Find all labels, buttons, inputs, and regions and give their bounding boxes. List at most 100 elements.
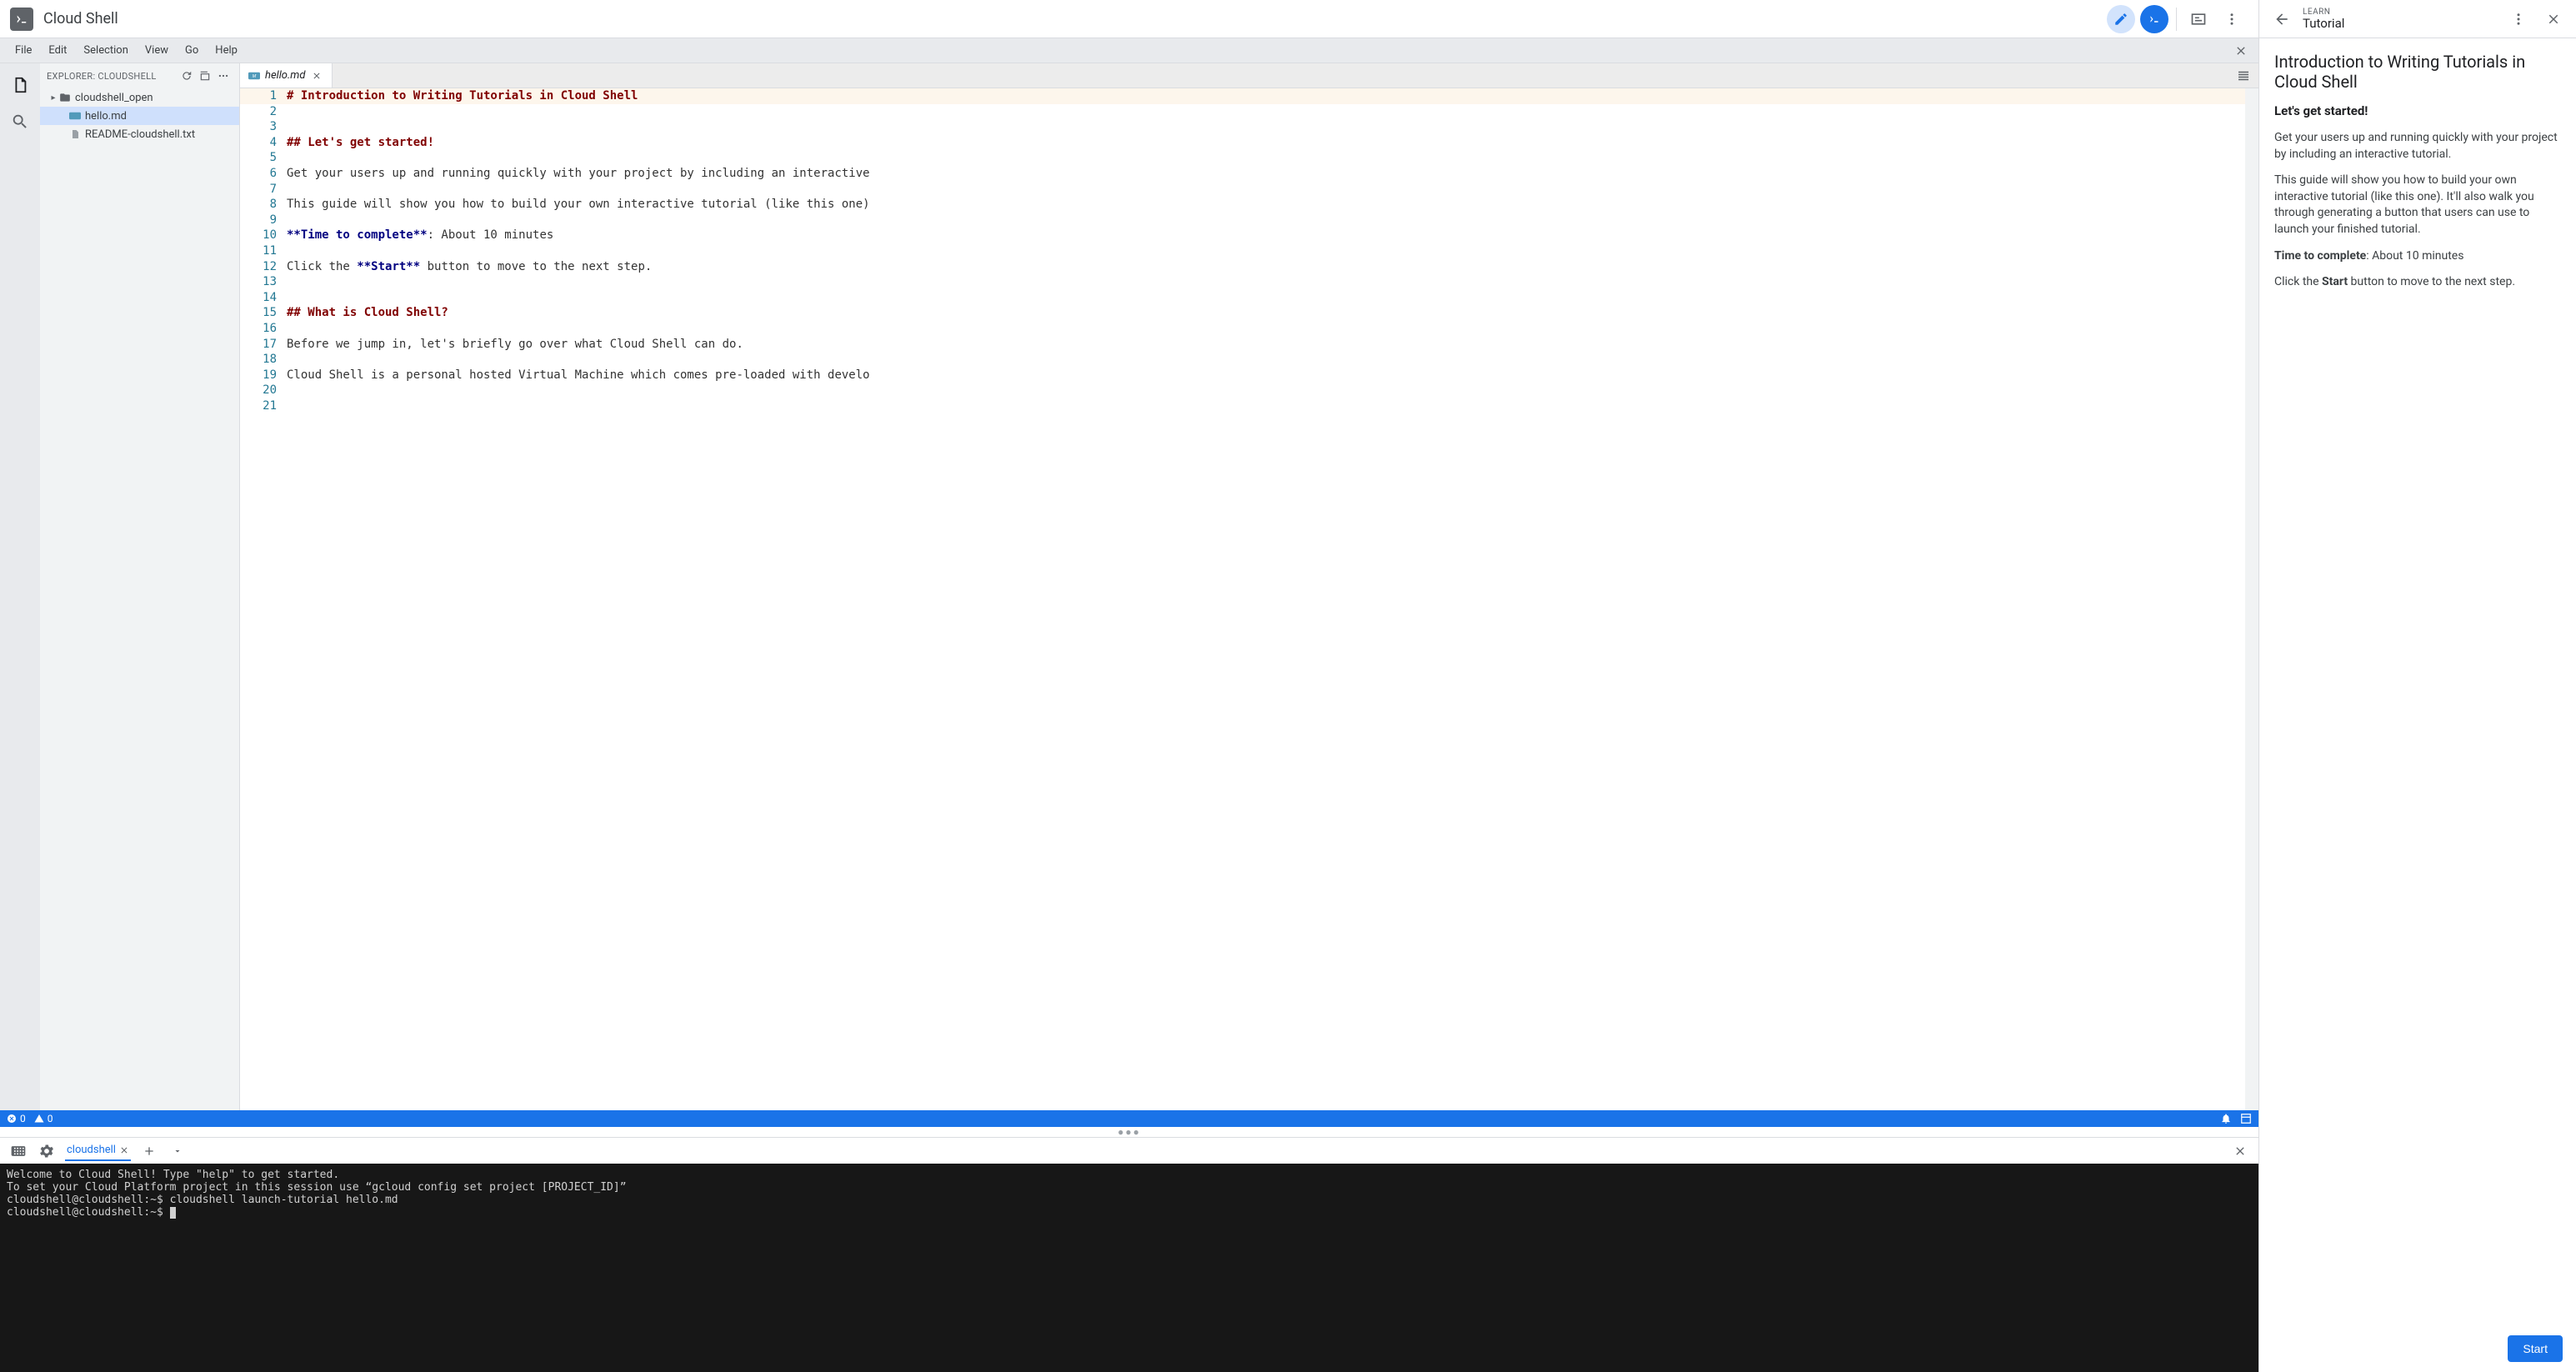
editor-tabbar: M hello.md <box>240 63 2258 88</box>
editor-body[interactable]: 1# Introduction to Writing Tutorials in … <box>240 88 2258 1110</box>
menu-bar: File Edit Selection View Go Help <box>0 38 2258 63</box>
explorer-activity-button[interactable] <box>7 72 33 98</box>
more-menu-button[interactable] <box>2218 5 2246 33</box>
tutorial-title: Introduction to Writing Tutorials in Clo… <box>2274 52 2561 92</box>
toolbar-divider <box>2176 8 2177 31</box>
code-line[interactable]: 13 <box>240 274 2258 290</box>
status-layout-icon[interactable] <box>2240 1113 2252 1124</box>
tutorial-time: Time to complete: About 10 minutes <box>2274 248 2561 265</box>
tree-item-label: hello.md <box>85 110 127 123</box>
code-line[interactable]: 10**Time to complete**: About 10 minutes <box>240 228 2258 243</box>
activity-bar <box>0 63 40 1110</box>
tutorial-name: Tutorial <box>2303 17 2344 31</box>
menu-go[interactable]: Go <box>177 41 207 60</box>
code-line[interactable]: 7 <box>240 182 2258 198</box>
terminal-settings-icon[interactable] <box>37 1141 57 1161</box>
open-in-new-window-button[interactable] <box>2184 5 2213 33</box>
code-line[interactable]: 20 <box>240 383 2258 398</box>
menu-selection[interactable]: Selection <box>75 41 136 60</box>
tutorial-header: LEARN Tutorial <box>2259 0 2576 38</box>
code-line[interactable]: 21 <box>240 398 2258 414</box>
menu-view[interactable]: View <box>137 41 177 60</box>
editor-tab-close[interactable] <box>310 69 323 83</box>
code-line[interactable]: 17Before we jump in, let's briefly go ov… <box>240 337 2258 353</box>
editor-main: M hello.md 1# Introduction to Wr <box>240 63 2258 1110</box>
explorer-panel: EXPLORER: CLOUDSHELL ▸ cloudshell_openhel… <box>40 63 240 1110</box>
code-line[interactable]: 6Get your users up and running quickly w… <box>240 166 2258 182</box>
code-line[interactable]: 12Click the **Start** button to move to … <box>240 259 2258 275</box>
code-line[interactable]: 11 <box>240 243 2258 259</box>
code-line[interactable]: 16 <box>240 321 2258 337</box>
tutorial-back-button[interactable] <box>2268 5 2296 33</box>
app-title: Cloud Shell <box>43 10 118 28</box>
open-terminal-button[interactable] <box>2140 5 2168 33</box>
code-line[interactable]: 14 <box>240 290 2258 306</box>
editor-tab-label: hello.md <box>265 69 305 82</box>
cloud-shell-logo <box>10 8 33 31</box>
drag-dots-icon: ●●● <box>1118 1127 1141 1137</box>
tree-item[interactable]: ▸ cloudshell_open <box>40 88 239 107</box>
tutorial-p2: This guide will show you how to build yo… <box>2274 173 2561 238</box>
editor-tab-hello[interactable]: M hello.md <box>240 63 333 88</box>
terminal-add-menu[interactable] <box>168 1141 188 1161</box>
menu-file[interactable]: File <box>7 41 40 60</box>
code-line[interactable]: 18 <box>240 352 2258 368</box>
menu-edit[interactable]: Edit <box>40 41 75 60</box>
terminal-line: cloudshell@cloudshell:~$ cloudshell laun… <box>7 1194 2252 1206</box>
editor-minimap[interactable] <box>2245 88 2258 1110</box>
terminal-cursor <box>170 1207 176 1219</box>
terminal-tab[interactable]: cloudshell <box>65 1140 131 1161</box>
status-warnings[interactable]: 0 <box>34 1113 53 1124</box>
outline-toggle-icon[interactable] <box>2233 66 2253 86</box>
code-line[interactable]: 9 <box>240 213 2258 228</box>
terminal-close[interactable] <box>2230 1141 2250 1161</box>
tree-item[interactable]: hello.md <box>40 107 239 125</box>
code-line[interactable]: 5 <box>240 150 2258 166</box>
collapse-all-icon[interactable] <box>196 67 214 85</box>
panel-resize-handle[interactable]: ●●● <box>0 1127 2258 1137</box>
explorer-more-icon[interactable] <box>214 67 233 85</box>
close-editor-button[interactable] <box>2230 40 2252 62</box>
app-bar: Cloud Shell <box>0 0 2258 38</box>
tutorial-p3: Click the Start button to move to the ne… <box>2274 274 2561 291</box>
code-line[interactable]: 4## Let's get started! <box>240 135 2258 151</box>
terminal-line: cloudshell@cloudshell:~$ <box>7 1206 2252 1219</box>
tree-item-label: README-cloudshell.txt <box>85 128 195 141</box>
terminal-line: To set your Cloud Platform project in th… <box>7 1181 2252 1194</box>
markdown-file-icon <box>68 112 82 120</box>
search-activity-button[interactable] <box>7 108 33 135</box>
tutorial-close-button[interactable] <box>2539 5 2568 33</box>
code-line[interactable]: 2 <box>240 104 2258 120</box>
refresh-icon[interactable] <box>178 67 196 85</box>
file-icon <box>68 128 82 140</box>
file-tree: ▸ cloudshell_open hello.md README-cloudshel… <box>40 88 239 143</box>
tutorial-body: Introduction to Writing Tutorials in Clo… <box>2259 38 2576 1325</box>
status-bar: 0 0 <box>0 1110 2258 1127</box>
menu-help[interactable]: Help <box>207 41 246 60</box>
tree-item[interactable]: README-cloudshell.txt <box>40 125 239 143</box>
chevron-right-icon: ▸ <box>48 93 58 103</box>
tutorial-subtitle: Let's get started! <box>2274 103 2561 118</box>
code-line[interactable]: 3 <box>240 119 2258 135</box>
terminal-line: Welcome to Cloud Shell! Type "help" to g… <box>7 1169 2252 1181</box>
folder-icon <box>58 92 72 103</box>
keyboard-icon[interactable] <box>8 1141 28 1161</box>
code-line[interactable]: 19Cloud Shell is a personal hosted Virtu… <box>240 368 2258 383</box>
terminal-body[interactable]: Welcome to Cloud Shell! Type "help" to g… <box>0 1164 2258 1372</box>
status-notifications-icon[interactable] <box>2220 1113 2232 1124</box>
markdown-file-icon: M <box>248 70 260 82</box>
tree-item-label: cloudshell_open <box>75 92 153 104</box>
code-line[interactable]: 15## What is Cloud Shell? <box>240 305 2258 321</box>
explorer-title: EXPLORER: CLOUDSHELL <box>47 71 178 82</box>
code-line[interactable]: 1# Introduction to Writing Tutorials in … <box>240 88 2258 104</box>
terminal-add-tab[interactable] <box>139 1141 159 1161</box>
terminal-tab-close[interactable] <box>119 1145 129 1155</box>
tutorial-footer: Start <box>2259 1325 2576 1372</box>
tutorial-p1: Get your users up and running quickly wi… <box>2274 130 2561 163</box>
tutorial-start-button[interactable]: Start <box>2508 1335 2563 1362</box>
code-line[interactable]: 8This guide will show you how to build y… <box>240 197 2258 213</box>
open-editor-button[interactable] <box>2107 5 2135 33</box>
svg-text:M: M <box>253 74 257 79</box>
status-errors[interactable]: 0 <box>7 1113 26 1124</box>
tutorial-more-button[interactable] <box>2504 5 2533 33</box>
